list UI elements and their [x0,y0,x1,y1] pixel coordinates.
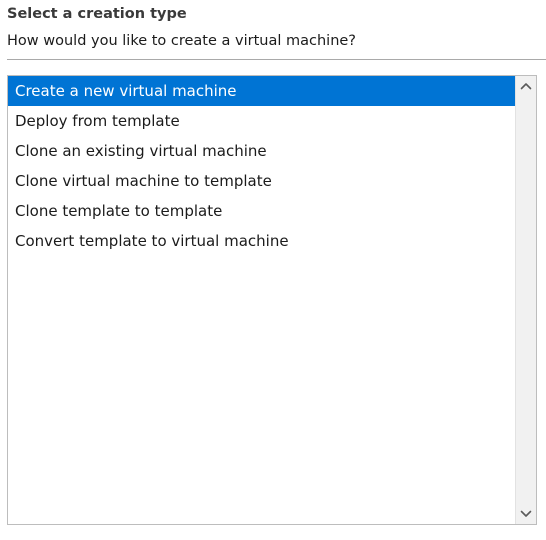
creation-type-listbox[interactable]: Create a new virtual machine Deploy from… [7,75,537,525]
creation-type-list: Create a new virtual machine Deploy from… [8,76,516,524]
creation-type-panel: Select a creation type How would you lik… [0,0,546,540]
scroll-up-button[interactable] [516,76,536,96]
list-item-clone-template-to-template[interactable]: Clone template to template [8,196,516,226]
header-divider [7,59,546,60]
scroll-down-button[interactable] [516,504,536,524]
list-item-convert-template-to-vm[interactable]: Convert template to virtual machine [8,226,516,256]
chevron-up-icon [520,82,532,90]
page-title: Select a creation type [7,6,187,22]
chevron-down-icon [520,510,532,518]
vertical-scrollbar[interactable] [515,76,536,524]
page-subtitle: How would you like to create a virtual m… [7,33,356,49]
list-item-create-new-vm[interactable]: Create a new virtual machine [8,76,516,106]
list-item-clone-existing-vm[interactable]: Clone an existing virtual machine [8,136,516,166]
list-item-deploy-from-template[interactable]: Deploy from template [8,106,516,136]
list-item-clone-vm-to-template[interactable]: Clone virtual machine to template [8,166,516,196]
